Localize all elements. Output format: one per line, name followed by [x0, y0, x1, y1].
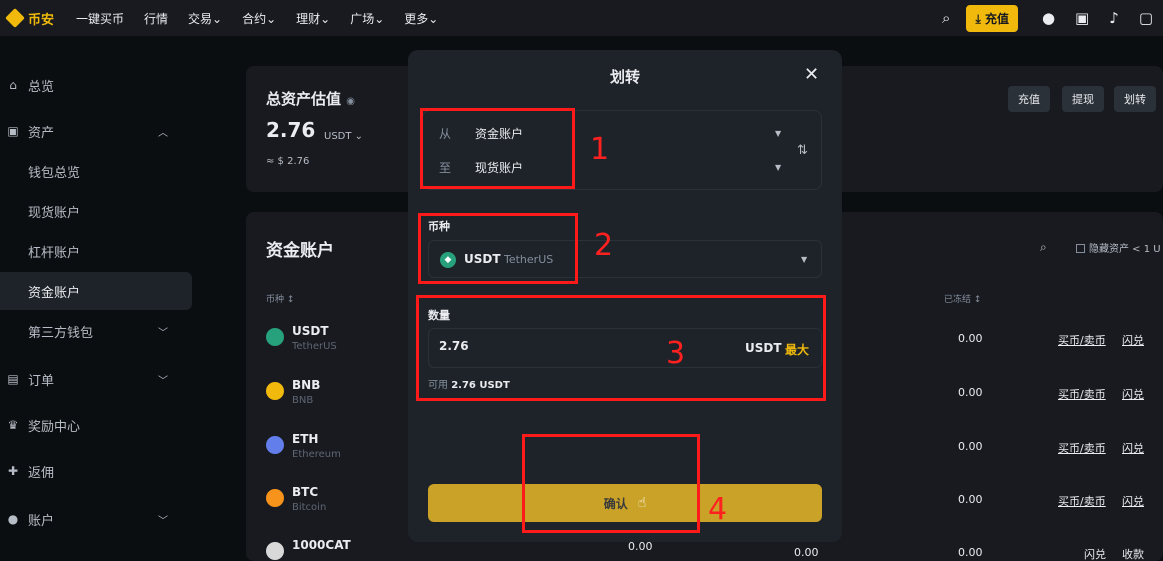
sidebar: ⌂ 总览 ▣ 资产 ︿ 钱包总览 现货账户 杠杆账户 资金账户 第三方钱包 ﹀ … — [0, 66, 200, 561]
wallet-icon: ▣ — [7, 124, 19, 138]
top-nav: 币安 一键买币 行情 交易⌄ 合约⌄ 理财⌄ 广场⌄ 更多⌄ ⌕ ⤓ 充值 ● … — [0, 0, 1163, 36]
chevron-down-icon: ﹀ — [158, 515, 168, 527]
swap-icon[interactable]: ⇅ — [797, 143, 808, 158]
nav-menu: 一键买币 行情 交易⌄ 合约⌄ 理财⌄ 广场⌄ 更多⌄ — [76, 10, 458, 27]
annotation-number-3: 3 — [666, 336, 686, 371]
wallet-icon[interactable]: ▣ — [1075, 9, 1089, 27]
checkbox-icon — [1076, 244, 1085, 253]
eye-icon[interactable]: ◉ — [346, 96, 355, 107]
total-balance-fiat: ≈ $ 2.76 — [266, 156, 310, 167]
eth-icon — [266, 436, 284, 454]
annotation-box-1 — [420, 108, 575, 189]
sidebar-item-spot[interactable]: 现货账户 — [0, 192, 192, 230]
caret-down-icon[interactable]: ▼ — [775, 163, 781, 172]
convert-link[interactable]: 闪兑 — [1122, 493, 1144, 509]
user-icon[interactable]: ● — [1042, 9, 1055, 27]
logo-text: 币安 — [28, 12, 55, 28]
nav-item-square[interactable]: 广场⌄ — [350, 10, 384, 27]
usdt-icon — [266, 328, 284, 346]
deposit-button[interactable]: ⤓ 充值 — [966, 4, 1018, 32]
column-header-frozen[interactable]: 已冻结 ↕ — [944, 292, 981, 305]
convert-link[interactable]: 闪兑 — [1084, 546, 1106, 561]
sidebar-item-overview[interactable]: ⌂ 总览 — [0, 66, 192, 104]
chevron-down-icon: ﹀ — [158, 375, 168, 387]
annotation-number-2: 2 — [594, 228, 614, 263]
deposit-action-button[interactable]: 充值 — [1008, 86, 1050, 112]
annotation-number-4: 4 — [708, 492, 728, 527]
convert-link[interactable]: 闪兑 — [1122, 440, 1144, 456]
chevron-down-icon: ﹀ — [158, 327, 168, 339]
orders-icon: ▤ — [7, 372, 19, 386]
nav-item-more[interactable]: 更多⌄ — [404, 10, 438, 27]
sidebar-item-assets[interactable]: ▣ 资产 ︿ — [0, 112, 192, 150]
nav-item-futures[interactable]: 合约⌄ — [242, 10, 276, 27]
sidebar-item-margin[interactable]: 杠杆账户 — [0, 232, 192, 270]
withdraw-action-button[interactable]: 提现 — [1062, 86, 1104, 112]
transfer-action-button[interactable]: 划转 — [1114, 86, 1156, 112]
bnb-icon — [266, 382, 284, 400]
caret-down-icon[interactable]: ▼ — [775, 129, 781, 138]
download-icon[interactable]: ▢ — [1139, 9, 1153, 27]
annotation-number-1: 1 — [590, 132, 610, 167]
account-icon: ● — [7, 512, 19, 526]
cat-icon — [266, 542, 284, 560]
chevron-up-icon: ︿ — [158, 127, 168, 139]
total-balance-unit[interactable]: USDT ⌄ — [324, 131, 363, 142]
buy-sell-link[interactable]: 买币/卖币 — [1058, 386, 1106, 402]
bell-icon[interactable]: ♪ — [1109, 9, 1119, 27]
btc-icon — [266, 489, 284, 507]
nav-item-markets[interactable]: 行情 — [144, 10, 168, 27]
nav-item-quick-buy[interactable]: 一键买币 — [76, 10, 124, 27]
home-icon: ⌂ — [9, 78, 17, 92]
nav-item-trade[interactable]: 交易⌄ — [188, 10, 222, 27]
nav-item-earn[interactable]: 理财⌄ — [296, 10, 330, 27]
modal-title: 划转 — [609, 68, 640, 86]
buy-sell-link[interactable]: 买币/卖币 — [1058, 332, 1106, 348]
total-balance-value: 2.76 — [266, 118, 316, 142]
binance-logo-icon — [5, 8, 25, 28]
caret-down-icon: ▼ — [801, 255, 808, 264]
buy-sell-link[interactable]: 买币/卖币 — [1058, 493, 1106, 509]
sidebar-item-account[interactable]: ● 账户 ﹀ — [0, 500, 192, 538]
sidebar-item-orders[interactable]: ▤ 订单 ﹀ — [0, 360, 192, 398]
buy-sell-link[interactable]: 买币/卖币 — [1058, 440, 1106, 456]
binance-logo[interactable]: 币安 — [5, 8, 55, 28]
nav-right: ⌕ ⤓ 充值 ● ▣ ♪ ▢ — [932, 0, 1163, 36]
funding-title: 资金账户 — [266, 241, 334, 261]
convert-link[interactable]: 闪兑 — [1122, 386, 1144, 402]
annotation-box-3 — [416, 295, 826, 401]
sidebar-item-funding[interactable]: 资金账户 — [0, 272, 192, 310]
hide-small-assets-checkbox[interactable]: 隐藏资产 < 1 U — [1076, 240, 1161, 255]
sidebar-item-wallet-overview[interactable]: 钱包总览 — [0, 152, 192, 190]
sidebar-item-third-party-wallet[interactable]: 第三方钱包 ﹀ — [0, 312, 192, 350]
annotation-box-4 — [522, 434, 700, 533]
sidebar-item-referral[interactable]: ✚ 返佣 — [0, 452, 192, 490]
search-icon[interactable]: ⌕ — [942, 9, 950, 27]
column-header-coin[interactable]: 币种 ↕ — [266, 292, 294, 305]
convert-link[interactable]: 闪兑 — [1122, 332, 1144, 348]
rewards-icon: ♛ — [7, 418, 19, 432]
close-icon[interactable]: ✕ — [804, 64, 819, 85]
receive-link[interactable]: 收款 — [1122, 546, 1144, 561]
referral-icon: ✚ — [7, 464, 19, 478]
sidebar-item-rewards[interactable]: ♛ 奖励中心 — [0, 406, 192, 444]
annotation-box-2 — [418, 213, 578, 284]
search-icon[interactable]: ⌕ — [1040, 240, 1047, 255]
total-balance-title: 总资产估值 ◉ — [266, 90, 355, 108]
